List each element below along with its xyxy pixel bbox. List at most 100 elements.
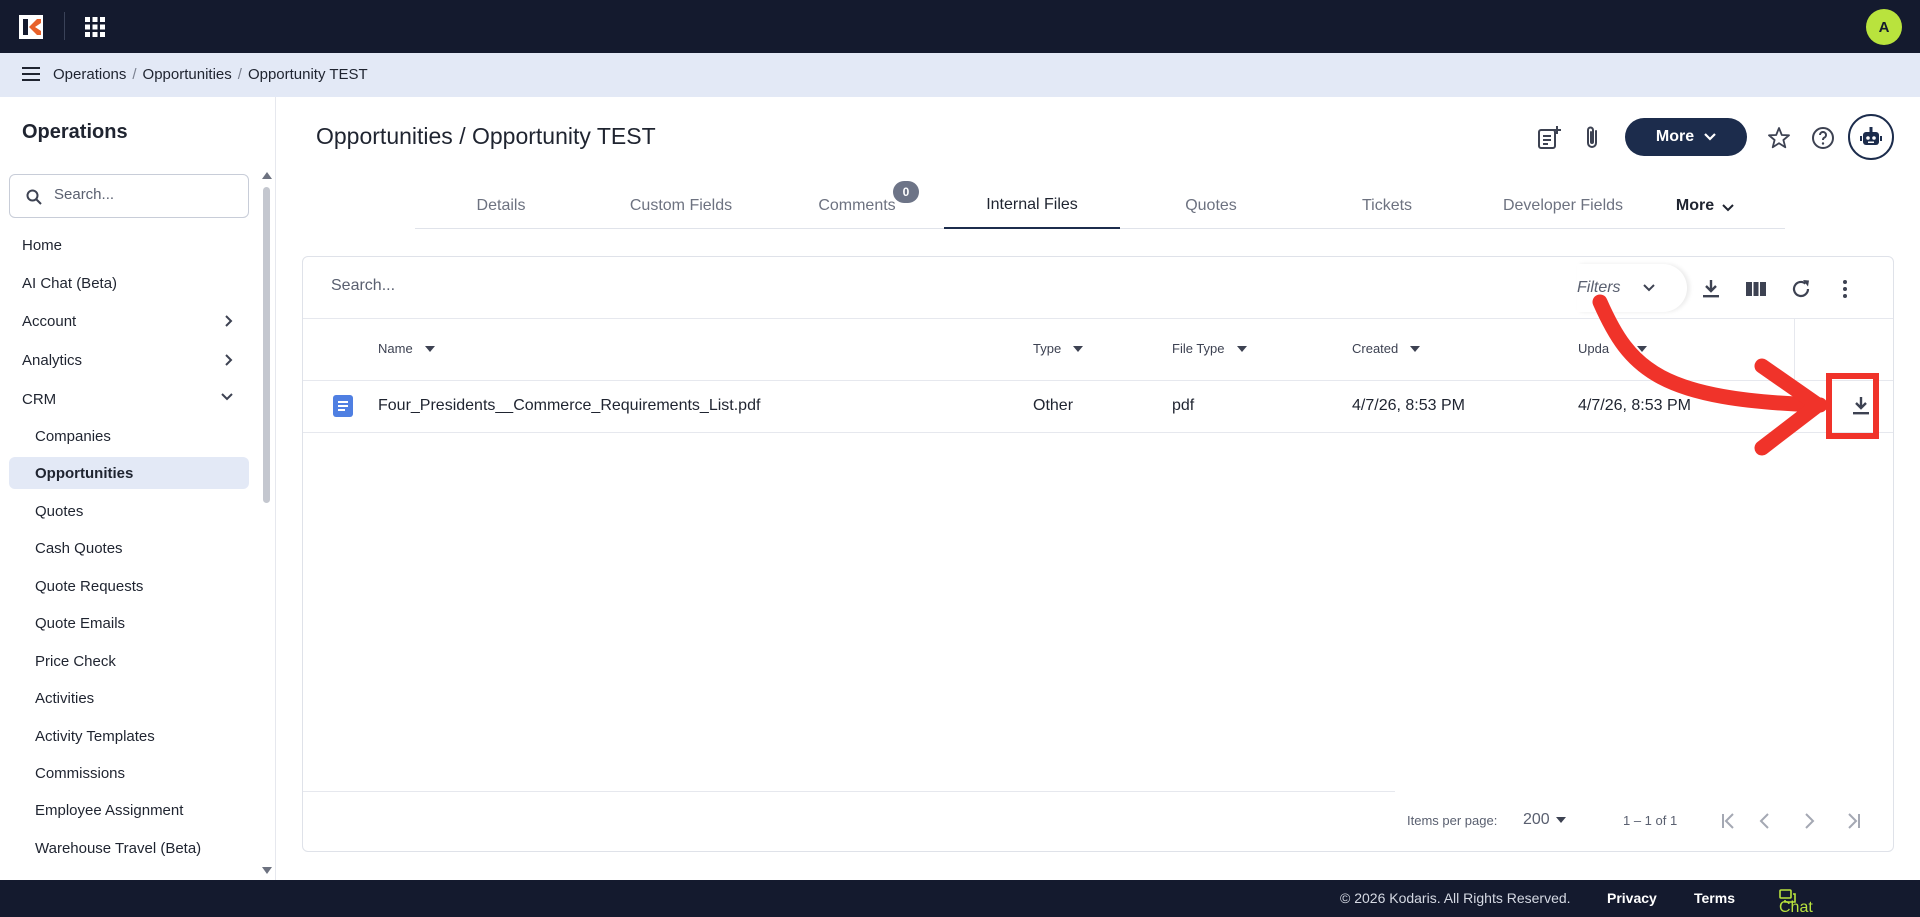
sidebar-item-label: Cash Quotes bbox=[35, 539, 123, 557]
sidebar-item-label: Price Check bbox=[35, 652, 116, 670]
document-icon bbox=[333, 395, 353, 417]
hamburger-menu-icon[interactable] bbox=[22, 66, 40, 82]
tab-more[interactable]: More bbox=[1655, 182, 1755, 229]
sidebar-item-label: Account bbox=[22, 312, 77, 330]
sidebar-item-label: Warehouse Travel (Beta) bbox=[35, 839, 202, 857]
sidebar-item-label: Analytics bbox=[22, 351, 83, 369]
column-divider bbox=[1794, 319, 1795, 381]
file-created-date: 4/7/26, 8:53 PM bbox=[1352, 397, 1465, 414]
column-header-label: File Type bbox=[1172, 341, 1225, 356]
filters-dropdown[interactable]: Filters bbox=[1577, 264, 1687, 312]
table-row[interactable]: Four_Presidents__Commerce_Requirements_L… bbox=[303, 381, 1893, 433]
tab-developer-fields[interactable]: Developer Fields bbox=[1477, 182, 1649, 229]
files-search-input[interactable] bbox=[331, 277, 931, 295]
sidebar-item-activity-templates[interactable]: Activity Templates bbox=[9, 720, 249, 752]
sidebar-item-price-check[interactable]: Price Check bbox=[9, 645, 249, 677]
sidebar-item-quote-requests[interactable]: Quote Requests bbox=[9, 570, 249, 602]
sidebar-item-companies[interactable]: Companies bbox=[9, 420, 249, 452]
privacy-link[interactable]: Privacy bbox=[1607, 890, 1657, 906]
footer: © 2026 Kodaris. All Rights Reserved. Pri… bbox=[0, 880, 1920, 917]
last-page-icon[interactable] bbox=[1841, 809, 1865, 833]
chevron-right-icon bbox=[225, 315, 233, 327]
kodaris-logo[interactable] bbox=[19, 15, 43, 39]
sidebar-item-ai-chat[interactable]: AI Chat (Beta) bbox=[9, 267, 249, 299]
sidebar-search-input[interactable] bbox=[54, 186, 234, 203]
sidebar-item-label: Companies bbox=[35, 427, 111, 445]
sidebar: Operations Home AI Chat (Beta) Account A… bbox=[0, 97, 276, 880]
user-avatar[interactable]: A bbox=[1866, 9, 1902, 45]
sidebar-scrollbar[interactable] bbox=[263, 187, 270, 503]
chat-with-us-button[interactable]: Chat with us bbox=[1779, 889, 1813, 916]
more-button-label: More bbox=[1655, 128, 1695, 145]
file-name[interactable]: Four_Presidents__Commerce_Requirements_L… bbox=[378, 397, 760, 415]
sidebar-item-analytics[interactable]: Analytics bbox=[9, 344, 249, 376]
tab-bar: Details Custom Fields Comments Internal … bbox=[415, 182, 1785, 229]
sidebar-item-quote-emails[interactable]: Quote Emails bbox=[9, 607, 249, 639]
sidebar-item-activities[interactable]: Activities bbox=[9, 682, 249, 714]
file-extension: pdf bbox=[1172, 397, 1195, 414]
sidebar-item-label: Quote Requests bbox=[35, 577, 144, 595]
tab-custom-fields[interactable]: Custom Fields bbox=[595, 182, 767, 229]
tab-tickets[interactable]: Tickets bbox=[1301, 182, 1473, 229]
sidebar-item-home[interactable]: Home bbox=[9, 229, 249, 261]
sidebar-item-warehouse-travel[interactable]: Warehouse Travel (Beta) bbox=[9, 832, 249, 864]
column-header-updated[interactable]: Upda bbox=[1578, 341, 1648, 356]
more-button[interactable]: More bbox=[1625, 118, 1747, 156]
divider bbox=[64, 12, 65, 40]
sidebar-item-cash-quotes[interactable]: Cash Quotes bbox=[9, 532, 249, 564]
tab-details[interactable]: Details bbox=[415, 182, 587, 229]
chevron-right-icon bbox=[225, 354, 233, 366]
column-header-type[interactable]: Type bbox=[1033, 341, 1084, 356]
first-page-icon[interactable] bbox=[1717, 809, 1741, 833]
sidebar-item-opportunities[interactable]: Opportunities bbox=[9, 457, 249, 489]
eye-icon[interactable] bbox=[1804, 395, 1828, 419]
column-header-created[interactable]: Created bbox=[1352, 341, 1421, 356]
tab-internal-files[interactable]: Internal Files bbox=[944, 182, 1120, 229]
sort-caret-icon bbox=[1236, 345, 1247, 352]
ai-assistant-button[interactable] bbox=[1848, 114, 1894, 160]
robot-icon bbox=[1860, 127, 1882, 145]
sidebar-item-commissions[interactable]: Commissions bbox=[9, 757, 249, 789]
sidebar-item-label: Quotes bbox=[35, 502, 84, 520]
breadcrumb-item-operations[interactable]: Operations bbox=[53, 66, 126, 83]
chevron-down-icon bbox=[1643, 284, 1655, 292]
sidebar-item-account[interactable]: Account bbox=[9, 305, 249, 337]
sidebar-item-quotes[interactable]: Quotes bbox=[9, 495, 249, 527]
breadcrumb-item-opportunities[interactable]: Opportunities bbox=[143, 66, 232, 83]
tab-more-label: More bbox=[1675, 196, 1715, 214]
help-icon[interactable] bbox=[1810, 125, 1836, 151]
sort-caret-icon bbox=[1073, 345, 1084, 352]
scroll-down-arrow-icon[interactable] bbox=[262, 867, 272, 874]
column-header-label: Created bbox=[1352, 341, 1399, 356]
column-header-name[interactable]: Name bbox=[378, 341, 435, 356]
column-header-label: Type bbox=[1033, 341, 1062, 356]
items-per-page-select[interactable]: 200 bbox=[1523, 811, 1566, 829]
add-note-icon[interactable] bbox=[1536, 125, 1562, 151]
tab-quotes[interactable]: Quotes bbox=[1125, 182, 1297, 229]
columns-icon[interactable] bbox=[1744, 277, 1768, 301]
chevron-down-icon bbox=[1704, 133, 1716, 141]
sidebar-item-crm[interactable]: CRM bbox=[9, 383, 249, 415]
scroll-up-arrow-icon[interactable] bbox=[262, 172, 272, 179]
attachment-icon[interactable] bbox=[1580, 125, 1606, 151]
export-download-icon[interactable] bbox=[1699, 277, 1723, 301]
download-icon[interactable] bbox=[1849, 394, 1873, 418]
page-title: Opportunities / Opportunity TEST bbox=[316, 123, 656, 149]
column-header-label: Name bbox=[378, 341, 413, 356]
column-header-file-type[interactable]: File Type bbox=[1172, 341, 1247, 356]
comments-count-badge: 0 bbox=[893, 181, 919, 203]
terms-link[interactable]: Terms bbox=[1694, 890, 1735, 906]
sidebar-item-employee-assignment[interactable]: Employee Assignment bbox=[9, 794, 249, 826]
more-options-icon[interactable] bbox=[1833, 277, 1857, 301]
breadcrumb-separator: / bbox=[237, 66, 242, 83]
column-header-label: Upda bbox=[1578, 341, 1610, 356]
previous-page-icon[interactable] bbox=[1753, 809, 1777, 833]
top-bar: A bbox=[0, 0, 1920, 53]
sidebar-item-label: Commissions bbox=[35, 764, 126, 782]
file-category: Other bbox=[1033, 397, 1074, 414]
refresh-icon[interactable] bbox=[1789, 277, 1813, 301]
star-icon[interactable] bbox=[1766, 125, 1792, 151]
sidebar-item-label: Activity Templates bbox=[35, 727, 155, 745]
next-page-icon[interactable] bbox=[1797, 809, 1821, 833]
apps-grid-icon[interactable] bbox=[84, 16, 106, 38]
